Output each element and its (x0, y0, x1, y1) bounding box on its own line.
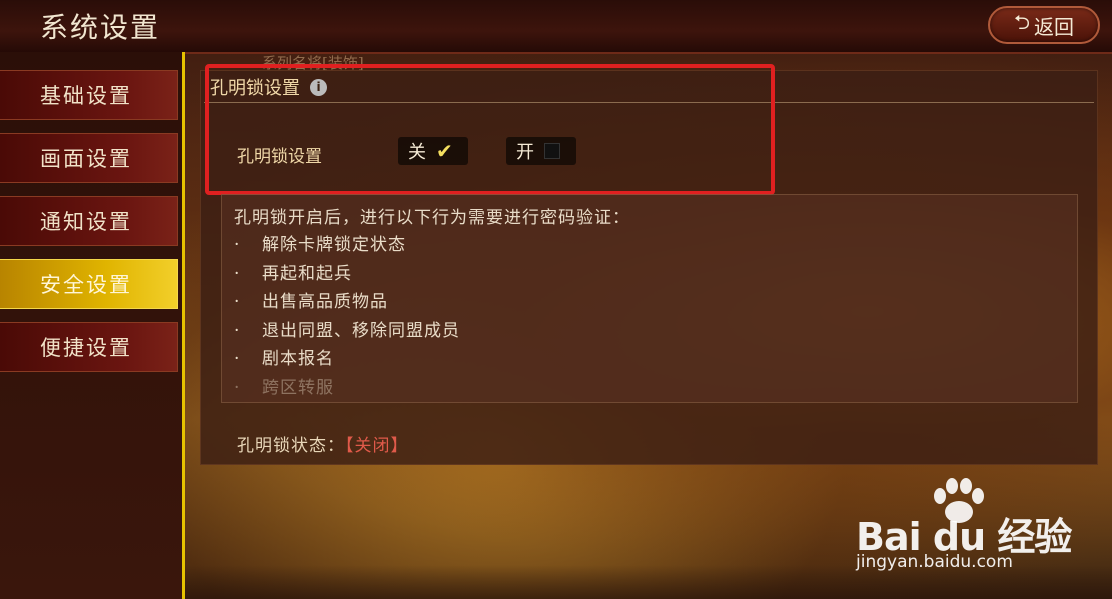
list-item: · 剧本报名 (234, 349, 334, 369)
sidebar-divider (182, 52, 185, 599)
list-item: · 出售高品质物品 (234, 292, 388, 312)
lock-status-value: 【关闭】 (345, 436, 409, 456)
sidebar-item-basic[interactable]: 基础设置 (0, 70, 178, 120)
sidebar-item-display[interactable]: 画面设置 (0, 133, 178, 183)
sidebar-item-label: 基础设置 (40, 84, 132, 108)
sidebar-item-notification[interactable]: 通知设置 (0, 196, 178, 246)
back-arrow-icon: ⮌ (1013, 10, 1031, 34)
watermark-url: jingyan.baidu.com (856, 552, 1013, 572)
back-button-label: 返回 (1034, 14, 1075, 39)
list-item: · 退出同盟、移除同盟成员 (234, 320, 460, 341)
highlight-frame (205, 64, 775, 195)
description-list: · 解除卡牌锁定状态 · 再起和起兵 · 出售高品质物品 · 退出同盟、移除同盟成员 ·… (234, 231, 460, 402)
sidebar-item-label: 画面设置 (40, 147, 132, 171)
sidebar-item-security[interactable]: 安全设置 (0, 259, 178, 309)
lock-status: 孔明锁状态：【关闭】 (237, 431, 409, 456)
sidebar-item-label: 便捷设置 (40, 336, 132, 360)
sidebar-item-label: 安全设置 (40, 273, 132, 297)
back-button[interactable]: ⮌ 返回 (988, 6, 1100, 44)
list-item: · 再起和起兵 (234, 263, 352, 284)
top-bar: 系统设置 ⮌ 返回 (0, 0, 1112, 54)
list-item: · 解除卡牌锁定状态 (234, 235, 406, 255)
lock-status-label: 孔明锁状态： (237, 436, 345, 456)
sidebar-item-shortcut[interactable]: 便捷设置 (0, 322, 178, 372)
sidebar-item-label: 通知设置 (40, 210, 132, 234)
list-item: · 跨区转服 (234, 377, 334, 398)
page-title: 系统设置 (40, 11, 161, 44)
watermark: Bai du 经验 jingyan.baidu.com (850, 478, 1100, 588)
description-box[interactable]: 孔明锁开启后，进行以下行为需要进行密码验证： · 解除卡牌锁定状态 · 再起和起兵 … (221, 194, 1078, 403)
description-intro: 孔明锁开启后，进行以下行为需要进行密码验证： (234, 208, 630, 228)
